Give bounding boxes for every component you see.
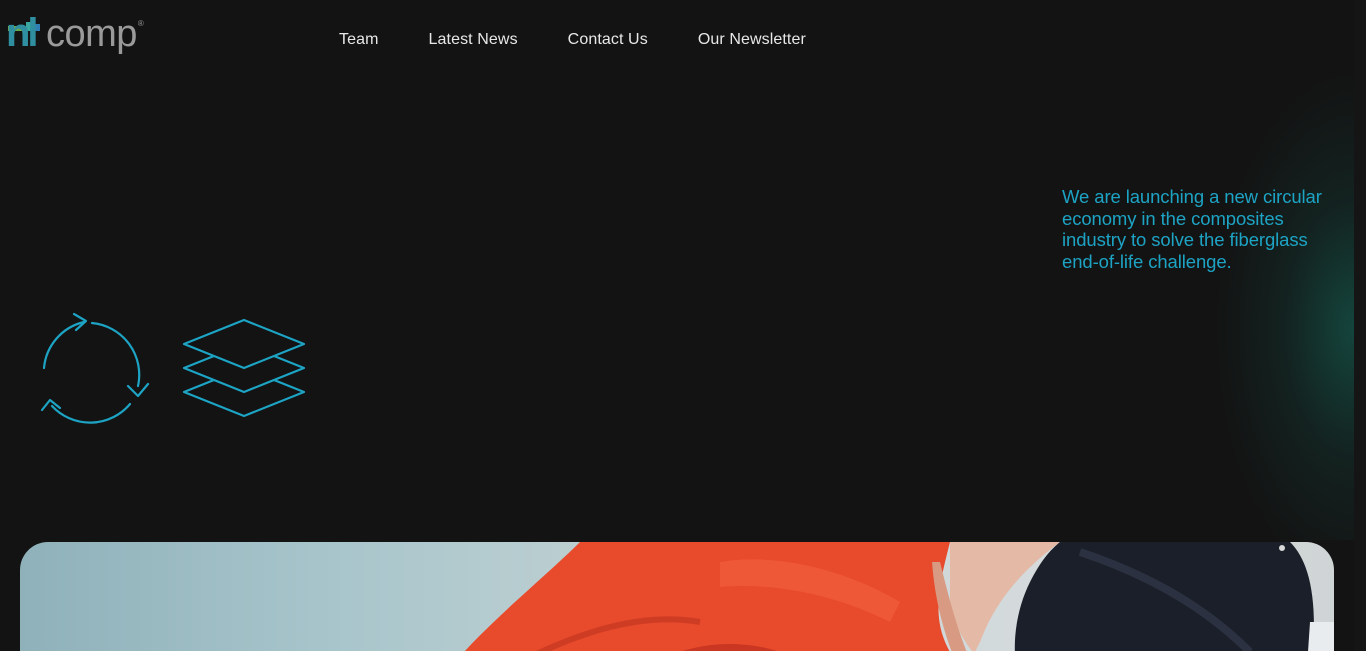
scrollbar-track[interactable]	[1354, 0, 1366, 651]
layers-icon	[182, 318, 306, 418]
logo-registered: ®	[137, 19, 144, 28]
logo[interactable]: nl comp ®	[6, 12, 144, 64]
page: nl comp ® Team Latest News Contact Us Ou…	[0, 0, 1366, 651]
main-nav: Team Latest News Contact Us Our Newslett…	[339, 29, 806, 51]
logo-mark-text: nl	[6, 11, 39, 55]
hero-tagline: We are launching a new circular economy …	[1062, 186, 1322, 272]
nav-team[interactable]: Team	[339, 29, 379, 51]
logo-word: comp	[46, 13, 137, 55]
edge-glow	[1214, 70, 1354, 540]
nav-our-newsletter[interactable]: Our Newsletter	[698, 29, 806, 51]
hero-photo	[465, 542, 1334, 651]
hero-image	[20, 542, 1334, 651]
recycle-icon	[40, 312, 150, 424]
logo-mark: nl	[6, 13, 42, 64]
nav-latest-news[interactable]: Latest News	[429, 29, 518, 51]
nav-contact-us[interactable]: Contact Us	[568, 29, 648, 51]
